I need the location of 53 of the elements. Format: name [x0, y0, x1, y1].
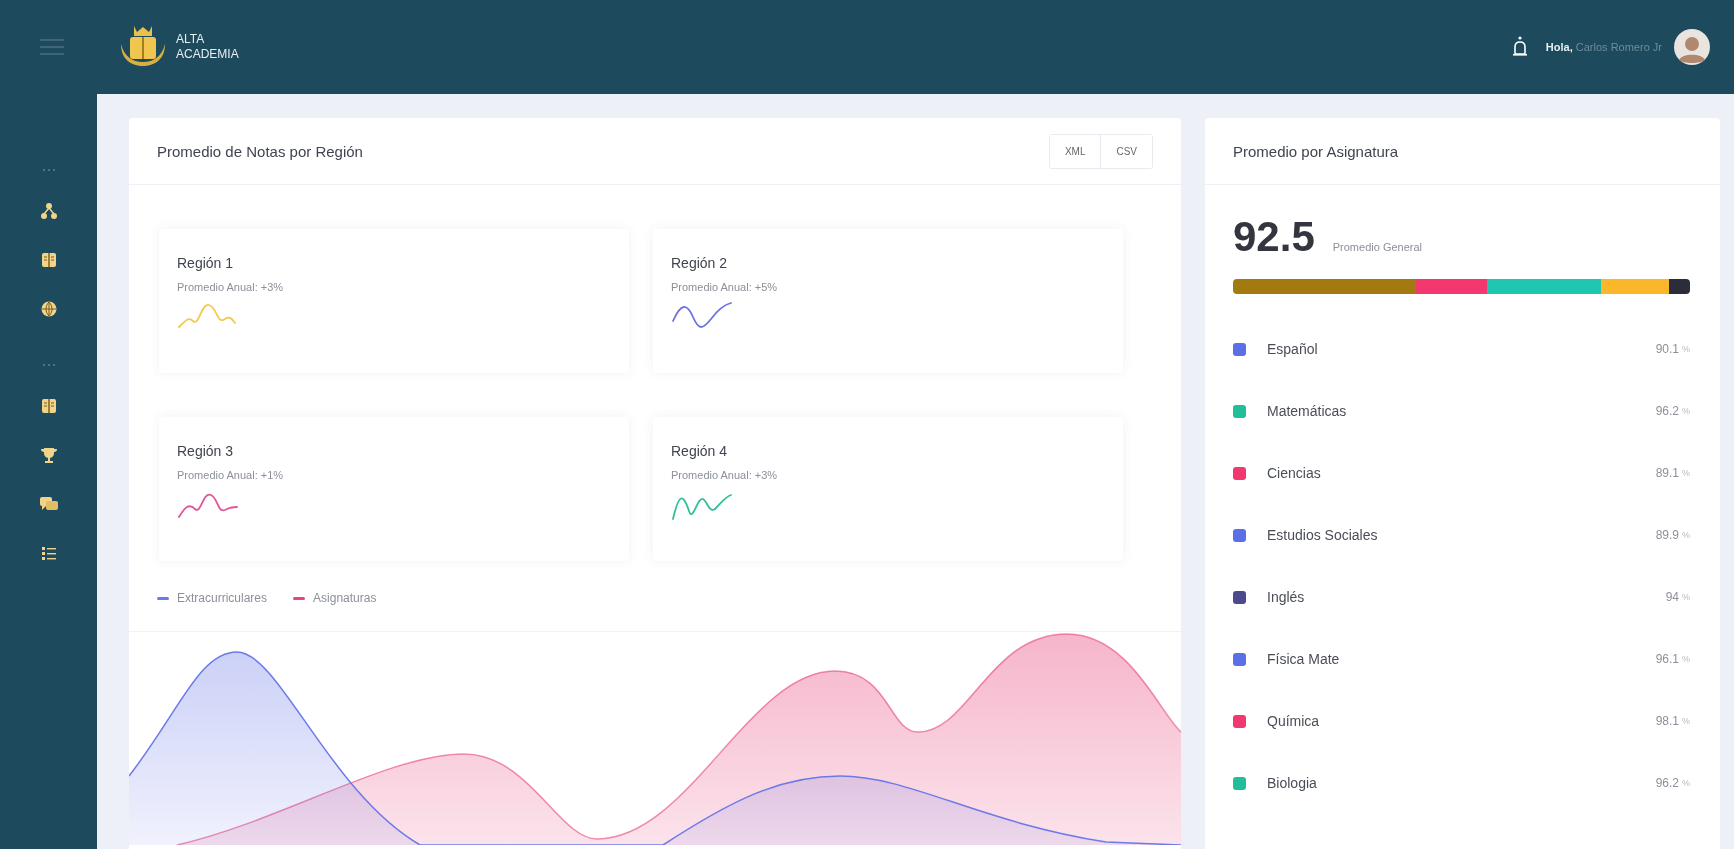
trophy-icon[interactable]: [39, 446, 58, 464]
subject-score: 89.1: [1655, 466, 1679, 480]
subject-name: Estudios Sociales: [1267, 527, 1379, 543]
region-name: Región 3: [177, 443, 234, 459]
export-button[interactable]: CSV: [1100, 134, 1152, 168]
average-value: 92.5: [1233, 213, 1315, 261]
subject-score: 96.2: [1655, 776, 1679, 790]
globe-icon[interactable]: [39, 300, 58, 318]
subject-name: Ciencias: [1267, 465, 1322, 481]
ellipsis-icon: [41, 168, 56, 172]
percent-unit: %: [1682, 592, 1690, 602]
subject-name: Química: [1267, 713, 1321, 729]
percent-unit: %: [1682, 716, 1690, 726]
region-average: Promedio Anual: +3%: [177, 281, 284, 293]
subject-name: Español: [1267, 341, 1319, 357]
legend-label: Asignaturas: [313, 591, 377, 605]
region-average: Promedio Anual: +1%: [177, 469, 284, 481]
brand-name: ACADEMIA: [176, 47, 239, 62]
subject-name: Inglés: [1267, 589, 1306, 605]
subject-score: 94: [1665, 590, 1679, 604]
percent-unit: %: [1682, 654, 1690, 664]
legend-label: Extracurriculares: [177, 591, 268, 605]
percent-unit: %: [1682, 530, 1690, 540]
region-average: Promedio Anual: +5%: [671, 281, 778, 293]
brand-name: ALTA: [176, 32, 206, 47]
book-icon[interactable]: [39, 251, 58, 269]
subject-score: 90.1: [1655, 342, 1679, 356]
average-label: Promedio General: [1332, 241, 1423, 253]
card-title: Promedio de Notas por Región: [157, 142, 364, 160]
percent-unit: %: [1682, 344, 1690, 354]
book-icon[interactable]: [39, 397, 58, 415]
subject-score: 89.9: [1655, 528, 1679, 542]
bell-icon[interactable]: [1511, 36, 1528, 58]
subject-name: Matemáticas: [1267, 403, 1348, 419]
percent-unit: %: [1682, 778, 1690, 788]
user-greeting[interactable]: Hola, Carlos Romero Jr: [1545, 41, 1662, 53]
subject-score: 96.1: [1655, 652, 1679, 666]
region-average: Promedio Anual: +3%: [671, 469, 778, 481]
region-name: Región 2: [671, 255, 728, 271]
list-icon[interactable]: [39, 544, 58, 562]
region-name: Región 1: [177, 255, 234, 271]
ellipsis-icon: [41, 363, 56, 367]
subject-name: Biologia: [1267, 775, 1318, 791]
region-name: Región 4: [671, 443, 728, 459]
percent-unit: %: [1682, 468, 1690, 478]
avatar[interactable]: [1674, 29, 1710, 65]
subject-score: 96.2: [1655, 404, 1679, 418]
subject-name: Física Mate: [1267, 651, 1341, 667]
hierarchy-icon[interactable]: [39, 202, 58, 220]
subject-score: 98.1: [1655, 714, 1679, 728]
percent-unit: %: [1682, 406, 1690, 416]
chat-bubbles-icon[interactable]: [38, 495, 59, 513]
card-title: Promedio por Asignatura: [1233, 142, 1400, 160]
